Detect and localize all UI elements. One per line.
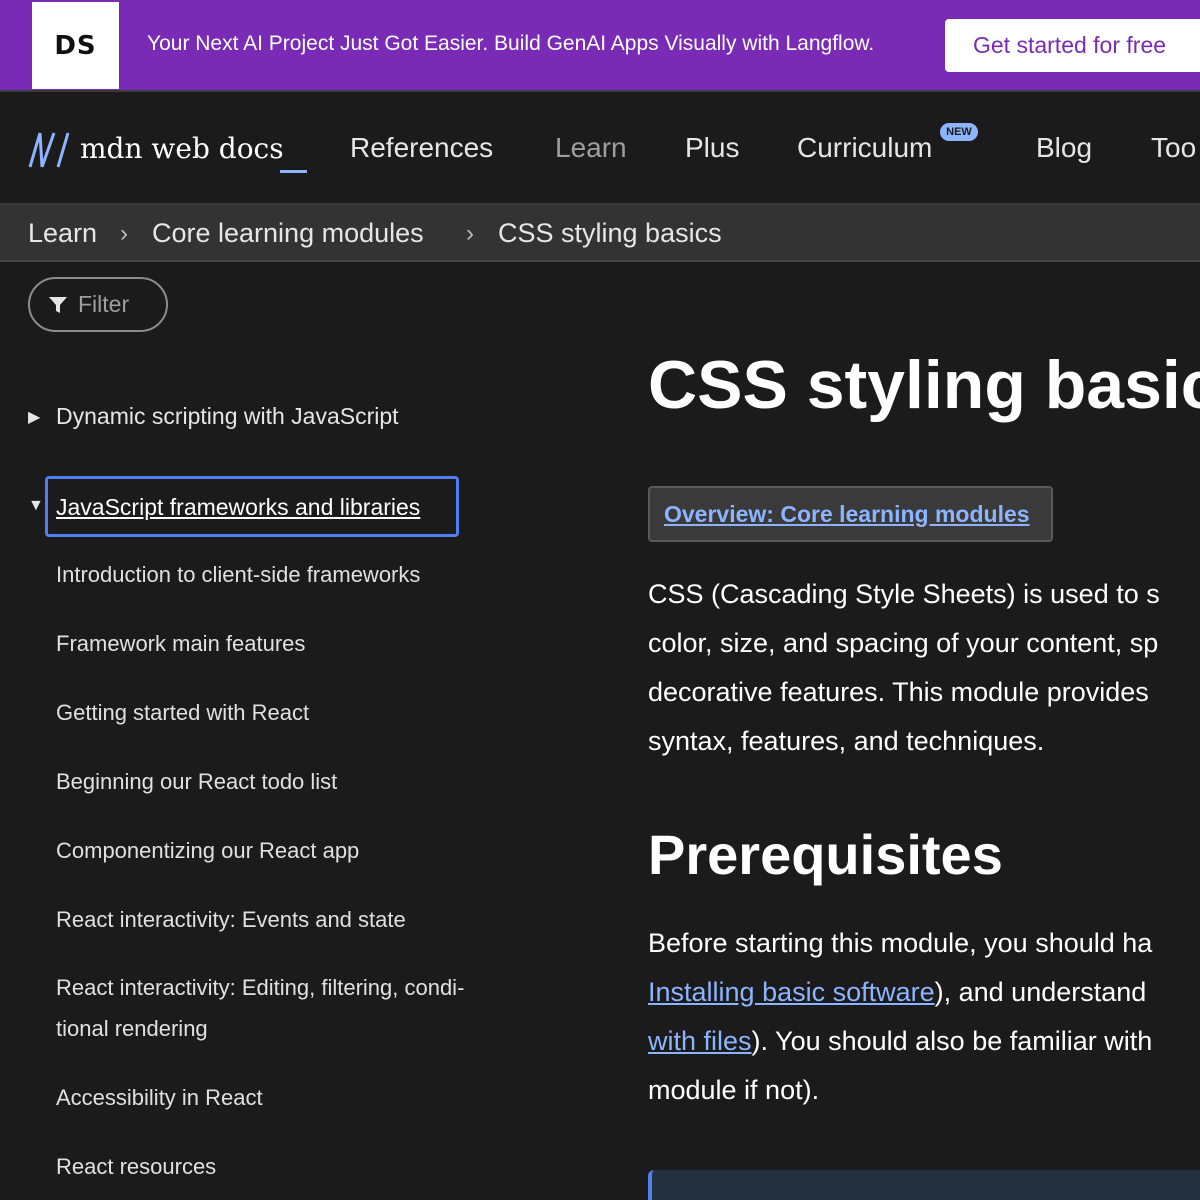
sidebar-item-accessibility-react[interactable]: Accessibility in React: [56, 1077, 263, 1118]
sidebar-item-react-editing[interactable]: React interactivity: Editing, filtering,…: [56, 967, 464, 1008]
new-badge: NEW: [940, 123, 978, 141]
top-navigation: mdn web docs References Learn Plus Curri…: [0, 92, 1200, 205]
intro-line-4: syntax, features, and techniques.: [648, 726, 1045, 756]
sponsor-logo[interactable]: DS: [32, 2, 119, 89]
filter-icon: [49, 296, 67, 313]
nav-references[interactable]: References: [350, 132, 493, 164]
intro-line-3: decorative features. This module provide…: [648, 677, 1149, 707]
sidebar-item-framework-features[interactable]: Framework main features: [56, 623, 305, 664]
breadcrumb-learn[interactable]: Learn: [28, 218, 97, 249]
sidebar-item-react-events[interactable]: React interactivity: Events and state: [56, 899, 406, 940]
nav-plus[interactable]: Plus: [685, 132, 739, 164]
nav-blog[interactable]: Blog: [1036, 132, 1092, 164]
prereq-line-3-text: ). You should also be familiar with: [751, 1026, 1153, 1056]
prereq-line-4: module if not).: [648, 1075, 820, 1105]
dealing-with-files-link[interactable]: with files: [648, 1026, 752, 1056]
banner-text[interactable]: Your Next AI Project Just Got Easier. Bu…: [147, 32, 874, 56]
intro-line-1: CSS (Cascading Style Sheets) is used to …: [648, 579, 1160, 609]
breadcrumb-css-styling[interactable]: CSS styling basics: [498, 218, 722, 249]
chevron-right-icon: ›: [466, 220, 474, 247]
overview-link[interactable]: Overview: Core learning modules: [664, 501, 1030, 528]
sidebar-item-getting-started-react[interactable]: Getting started with React: [56, 692, 309, 733]
nav-learn[interactable]: Learn: [555, 132, 627, 164]
page: DS Your Next AI Project Just Got Easier.…: [0, 0, 1200, 1200]
nav-tools[interactable]: Too: [1151, 132, 1196, 164]
chevron-right-icon: ›: [120, 220, 128, 247]
sidebar-section-dynamic-scripting[interactable]: Dynamic scripting with JavaScript: [56, 403, 399, 430]
sidebar-item-intro-frameworks[interactable]: Introduction to client-side frameworks: [56, 554, 420, 595]
promo-banner: DS Your Next AI Project Just Got Easier.…: [0, 0, 1200, 92]
get-started-button[interactable]: Get started for free: [945, 19, 1200, 72]
prerequisites-heading: Prerequisites: [648, 823, 1003, 886]
sidebar-item-react-resources[interactable]: React resources: [56, 1146, 216, 1187]
sidebar-section-js-frameworks-label: JavaScript frameworks and libraries: [56, 494, 421, 520]
breadcrumb: Learn › Core learning modules › CSS styl…: [0, 205, 1200, 262]
caret-right-icon[interactable]: ▶: [28, 407, 40, 427]
sidebar-item-react-editing-cont[interactable]: tional rendering: [56, 1008, 208, 1049]
sidebar-section-js-frameworks[interactable]: JavaScript frameworks and libraries: [45, 476, 459, 537]
prereq-line-3: with files). You should also be familiar…: [648, 1017, 1152, 1066]
mdn-logo-icon[interactable]: [28, 132, 72, 168]
sidebar-item-react-todo[interactable]: Beginning our React todo list: [56, 761, 337, 802]
intro-line-2: color, size, and spacing of your content…: [648, 628, 1159, 658]
installing-software-link[interactable]: Installing basic software: [648, 977, 935, 1007]
caret-down-icon[interactable]: ▼: [28, 497, 44, 515]
page-title: CSS styling basic: [648, 347, 1200, 423]
sidebar-item-componentizing[interactable]: Componentizing our React app: [56, 830, 359, 871]
sidebar-filter-button[interactable]: Filter: [28, 277, 168, 332]
mdn-logo-text[interactable]: mdn web docs: [80, 132, 284, 165]
overview-link-box: Overview: Core learning modules: [648, 486, 1053, 542]
prereq-line-2-text: ), and understand: [934, 977, 1147, 1007]
breadcrumb-core-modules[interactable]: Core learning modules: [152, 218, 424, 249]
prereq-line-1: Before starting this module, you should …: [648, 928, 1153, 958]
logo-cursor-underscore: [280, 170, 307, 173]
filter-label: Filter: [78, 291, 130, 317]
nav-curriculum[interactable]: Curriculum: [797, 132, 932, 164]
prereq-line-2: Installing basic software), and understa…: [648, 968, 1146, 1017]
note-callout: [648, 1170, 1200, 1200]
